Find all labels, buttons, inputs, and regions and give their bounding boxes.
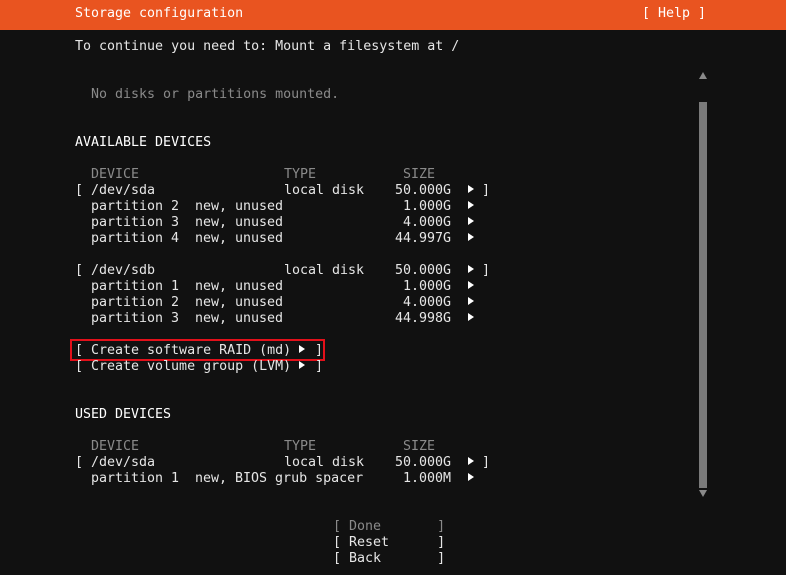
triangle-right-icon[interactable] — [468, 183, 474, 199]
device-row[interactable]: [ /dev/sda local disk 50.000G ] — [75, 183, 505, 199]
partition-row[interactable]: partition 3 new, unused 44.998G — [75, 311, 505, 327]
partition-size: 44.998G — [395, 311, 452, 326]
triangle-right-icon[interactable] — [468, 199, 474, 215]
device-name: /dev/sda — [91, 455, 156, 470]
device-row[interactable]: [ /dev/sda local disk 50.000G ] — [75, 455, 505, 471]
partition-name: partition 2 — [91, 199, 180, 214]
instruction-text: To continue you need to: Mount a filesys… — [75, 39, 460, 54]
partition-type: new, unused — [195, 199, 284, 214]
triangle-right-icon[interactable] — [468, 471, 474, 487]
device-name: /dev/sda — [91, 183, 156, 198]
used-column-headers: DEVICE TYPE SIZE — [75, 439, 505, 455]
partition-size: 1.000M — [403, 471, 452, 486]
device-size: 50.000G — [395, 183, 452, 198]
device-type: local disk — [284, 263, 365, 278]
page-title: Storage configuration — [75, 6, 244, 21]
column-type: TYPE — [284, 439, 317, 454]
triangle-right-icon[interactable] — [468, 231, 474, 247]
partition-name: partition 3 — [91, 311, 180, 326]
partition-size: 4.000G — [403, 215, 452, 230]
triangle-right-icon[interactable] — [468, 295, 474, 311]
triangle-right-icon[interactable] — [468, 279, 474, 295]
partition-size: 4.000G — [403, 295, 452, 310]
device-type: local disk — [284, 455, 365, 470]
column-device: DEVICE — [91, 439, 140, 454]
bracket-close: ] — [482, 455, 491, 470]
triangle-right-icon[interactable] — [468, 215, 474, 231]
partition-type: new, BIOS grub spacer — [195, 471, 364, 486]
triangle-right-icon[interactable] — [468, 263, 474, 279]
triangle-right-icon — [299, 359, 305, 375]
bracket-close: ] — [482, 183, 491, 198]
device-row[interactable]: [ /dev/sdb local disk 50.000G ] — [75, 263, 505, 279]
partition-name: partition 2 — [91, 295, 180, 310]
device-name: /dev/sdb — [91, 263, 156, 278]
used-devices-heading: USED DEVICES — [75, 407, 172, 422]
scroll-up-arrow-icon[interactable] — [699, 72, 707, 79]
bracket-open: [ — [75, 455, 84, 470]
column-size: SIZE — [403, 439, 436, 454]
scrollbar-thumb[interactable] — [699, 102, 707, 488]
partition-size: 44.997G — [395, 231, 452, 246]
partition-type: new, unused — [195, 231, 284, 246]
partition-size: 1.000G — [403, 279, 452, 294]
reset-button[interactable]: [ Reset ] — [333, 535, 445, 551]
device-size: 50.000G — [395, 263, 452, 278]
back-button[interactable]: [ Back ] — [333, 551, 445, 567]
partition-type: new, unused — [195, 215, 284, 230]
selection-highlight — [70, 339, 325, 361]
partition-name: partition 3 — [91, 215, 180, 230]
partition-row[interactable]: partition 4 new, unused 44.997G — [75, 231, 505, 247]
column-size: SIZE — [403, 167, 436, 182]
device-size: 50.000G — [395, 455, 452, 470]
scroll-down-arrow-icon[interactable] — [699, 490, 707, 497]
partition-row[interactable]: partition 1 new, BIOS grub spacer 1.000M — [75, 471, 505, 487]
bracket-close: ] — [315, 359, 324, 374]
column-device: DEVICE — [91, 167, 140, 182]
header-bar: Storage configuration [ Help ] — [0, 0, 786, 30]
partition-name: partition 1 — [91, 279, 180, 294]
partition-size: 1.000G — [403, 199, 452, 214]
column-type: TYPE — [284, 167, 317, 182]
device-type: local disk — [284, 183, 365, 198]
triangle-right-icon[interactable] — [468, 455, 474, 471]
partition-type: new, unused — [195, 295, 284, 310]
available-devices-heading: AVAILABLE DEVICES — [75, 135, 212, 150]
bracket-open: [ — [75, 183, 84, 198]
partition-type: new, unused — [195, 311, 284, 326]
create-vg-label: Create volume group (LVM) — [91, 359, 292, 374]
bracket-open: [ — [75, 359, 84, 374]
done-button[interactable]: [ Done ] — [333, 519, 445, 535]
triangle-right-icon[interactable] — [468, 311, 474, 327]
bracket-open: [ — [75, 263, 84, 278]
create-volume-group-button[interactable]: [ Create volume group (LVM) ] — [75, 359, 325, 375]
partition-name: partition 1 — [91, 471, 180, 486]
available-column-headers: DEVICE TYPE SIZE — [75, 167, 505, 183]
help-button[interactable]: [ Help ] — [642, 6, 706, 21]
partition-name: partition 4 — [91, 231, 180, 246]
partition-row[interactable]: partition 3 new, unused 4.000G — [75, 215, 505, 231]
no-mounts-message: No disks or partitions mounted. — [91, 87, 340, 102]
partition-row[interactable]: partition 2 new, unused 4.000G — [75, 295, 505, 311]
partition-row[interactable]: partition 2 new, unused 1.000G — [75, 199, 505, 215]
partition-row[interactable]: partition 1 new, unused 1.000G — [75, 279, 505, 295]
bracket-close: ] — [482, 263, 491, 278]
partition-type: new, unused — [195, 279, 284, 294]
